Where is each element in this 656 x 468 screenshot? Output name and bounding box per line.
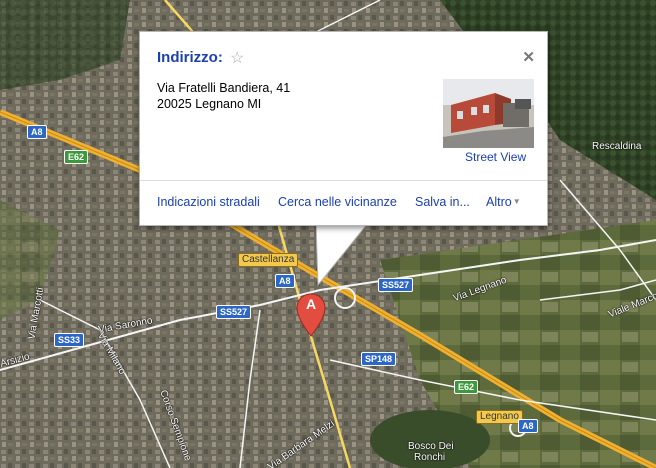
chevron-down-icon: ▼ [512,197,521,206]
search-nearby-link[interactable]: Cerca nelle vicinanze [278,195,397,209]
address-line-2: 20025 Legnano MI [157,97,262,111]
street-view-image [443,79,534,148]
close-icon[interactable]: ✕ [522,48,535,66]
more-label: Altro [486,195,512,209]
shield-sp148: SP148 [361,352,397,366]
save-in-link[interactable]: Salva in... [415,195,470,209]
shield-a8: A8 [27,125,47,139]
more-dropdown[interactable]: Altro▼ [486,195,521,209]
street-view-thumbnail[interactable] [443,79,534,148]
star-icon[interactable]: ☆ [230,48,244,68]
location-marker-a[interactable]: A [294,293,328,337]
shield-a8: A8 [518,419,538,433]
shield-a8: A8 [275,274,295,288]
map-label-ronchi: Ronchi [414,452,446,463]
shield-ss527: SS527 [216,305,252,319]
info-window: Indirizzo: ☆ ✕ Via Fratelli Bandiera, 41… [139,31,548,226]
shield-e62: E62 [64,150,89,164]
shield-ss33: SS33 [54,333,85,347]
shield-e62: E62 [454,380,479,394]
directions-link[interactable]: Indicazioni stradali [157,195,260,209]
popup-divider [140,180,547,181]
marker-letter: A [305,296,317,312]
town-label-castellanza: Castellanza [238,253,299,267]
map-label-rescaldina: Rescaldina [592,141,642,152]
address-line-1: Via Fratelli Bandiera, 41 [157,81,291,95]
town-label-legnano: Legnano [476,410,523,424]
street-view-link[interactable]: Street View [465,150,526,164]
map-label-bosco-dei: Bosco Dei [408,441,454,452]
popup-pointer [316,223,369,287]
popup-title: Indirizzo: [157,49,223,66]
